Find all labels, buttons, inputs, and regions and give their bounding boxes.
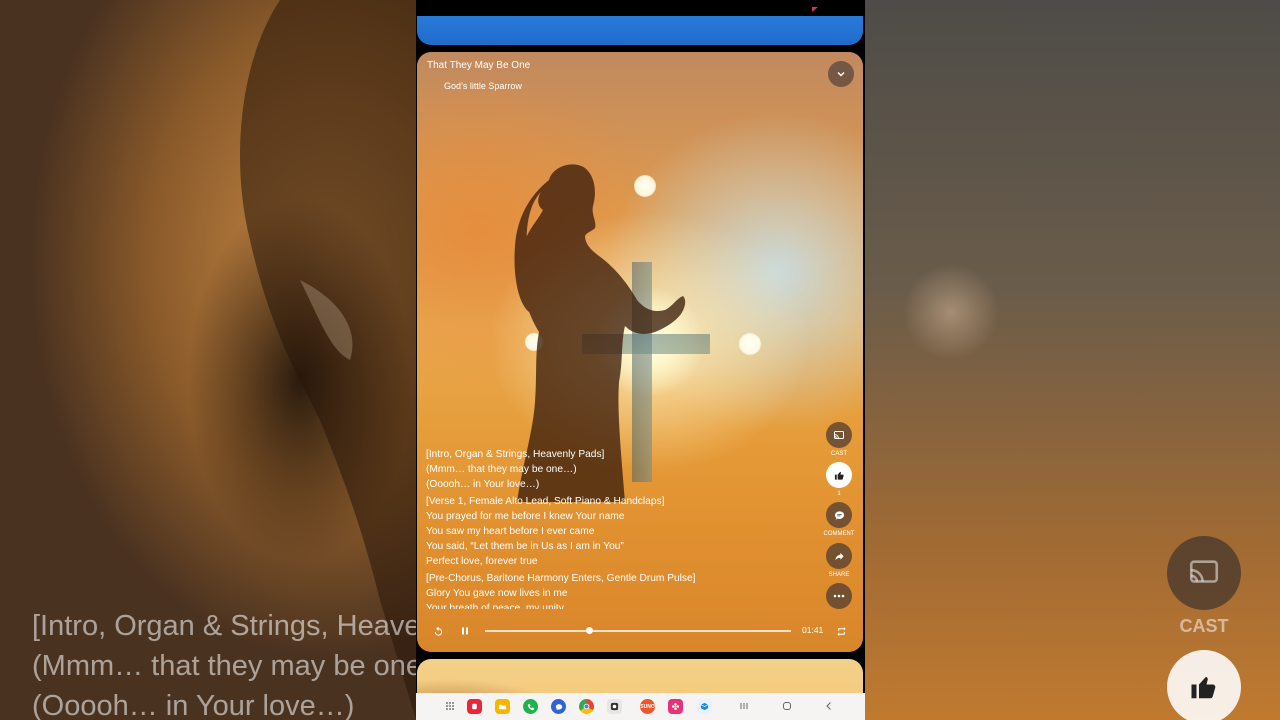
artist-name[interactable]: God’s little Sparrow [444,81,522,91]
lyrics-section: [Pre-Chorus, Baritone Harmony Enters, Ge… [426,571,806,609]
repeat-icon [836,626,846,636]
phone-screen: That They May Be One God’s little Sparro… [416,0,865,720]
comment-button[interactable] [826,502,852,528]
pause-button[interactable] [457,623,473,639]
repeat-button[interactable] [833,623,849,639]
flower-app-icon[interactable] [668,699,683,714]
red-app-glyph [472,703,477,710]
more-action[interactable] [825,583,853,609]
messages-app-icon[interactable] [551,699,566,714]
like-count: 1 [837,491,841,497]
light-orb [739,333,761,355]
comment-icon [834,510,844,520]
background-left-blur: [Intro, Organ & Strings, Heavenly Pads] … [0,0,416,720]
lyric-line: Perfect love, forever true [426,556,538,567]
lyrics-panel[interactable]: [Intro, Organ & Strings, Heavenly Pads] … [426,447,806,609]
home-icon [783,702,791,710]
like-action[interactable]: 1 [825,462,853,497]
progress-handle[interactable] [585,627,593,634]
chrome-app-icon[interactable] [579,699,594,714]
progress-bar[interactable] [485,630,791,632]
comment-action[interactable]: COMMENT [824,502,855,537]
apps-grid-icon[interactable] [443,699,457,713]
lyric-line: [Pre-Chorus, Baritone Harmony Enters, Ge… [426,573,696,584]
replay-button[interactable] [430,623,446,639]
apps-grid-icon [446,702,454,710]
camera-icon [610,702,619,711]
lyric-line: You saw my heart before I ever came [426,526,595,537]
previous-card[interactable] [417,16,863,45]
background-like-button [1167,650,1241,720]
box-icon [700,702,709,711]
background-cast-button [1167,536,1241,610]
flower-icon [671,702,680,711]
thumbs-up-icon [834,471,844,480]
elapsed-time: 01:41 [802,625,824,635]
cast-button[interactable] [826,422,852,448]
lyric-line: Your breath of peace, my unity [426,603,564,609]
back-icon [826,702,831,710]
background-cast-label: CAST [1179,616,1229,636]
cast-icon [834,430,844,439]
more-dots-icon [833,594,845,598]
share-button[interactable] [826,543,852,569]
background-lyric-line: (Mmm… that they may be one…) [32,650,416,682]
suno-app-icon[interactable]: SUNO [640,699,655,714]
cast-icon [1189,560,1219,583]
chat-icon [555,703,562,710]
lyric-line: [Verse 1, Female Alto Lead, Soft Piano &… [426,496,665,507]
taskbar: SUNO [416,693,865,720]
status-bar [416,0,865,16]
red-app-icon[interactable] [467,699,482,714]
recent-apps-button[interactable] [737,699,751,713]
song-player-card: That They May Be One God’s little Sparro… [417,52,863,652]
recent-apps-icon [740,703,748,709]
box-app-icon[interactable] [697,699,712,714]
home-button[interactable] [780,699,794,713]
lyrics-section: [Intro, Organ & Strings, Heavenly Pads] … [426,447,806,492]
phone-icon [527,703,534,710]
lyric-line: [Intro, Organ & Strings, Heavenly Pads] [426,449,605,460]
camera-app-icon[interactable] [607,699,622,714]
suno-app-label: SUNO [640,703,655,710]
like-button[interactable] [826,462,852,488]
comment-label: COMMENT [823,531,855,537]
thumbs-up-icon [1191,677,1216,699]
lyric-line: Glory You gave now lives in me [426,588,568,599]
lyric-line: (Ooooh… in Your love…) [426,479,540,490]
lyric-line: You said, “Let them be in Us as I am in … [426,541,624,552]
pause-icon [462,627,468,635]
chevron-down-icon [837,72,845,77]
share-label: SHARE [828,572,850,578]
folder-icon [498,704,507,710]
notification-mark [812,7,818,12]
share-action[interactable]: SHARE [825,543,853,578]
back-button[interactable] [822,699,836,713]
playback-controls: 01:41 [417,620,863,642]
cast-label: CAST [830,451,847,457]
share-arrow-icon [834,552,844,560]
lyrics-section: [Verse 1, Female Alto Lead, Soft Piano &… [426,494,806,569]
lyric-line: You prayed for me before I knew Your nam… [426,511,625,522]
collapse-button[interactable] [828,61,854,87]
background-right-blur: CAST [865,0,1280,720]
replay-icon [434,625,442,636]
background-lyric-line: [Intro, Organ & Strings, Heavenly Pads] [32,610,416,642]
more-button[interactable] [826,583,852,609]
lyric-line: (Mmm… that they may be one…) [426,464,577,475]
files-app-icon[interactable] [495,699,510,714]
background-lyric-line: (Ooooh… in Your love…) [32,690,355,720]
phone-app-icon[interactable] [523,699,538,714]
cast-action[interactable]: CAST [825,422,853,457]
song-title[interactable]: That They May Be One [427,60,530,71]
chrome-center-icon [583,703,590,710]
background-lyrics: [Intro, Organ & Strings, Heavenly Pads] … [32,606,416,720]
